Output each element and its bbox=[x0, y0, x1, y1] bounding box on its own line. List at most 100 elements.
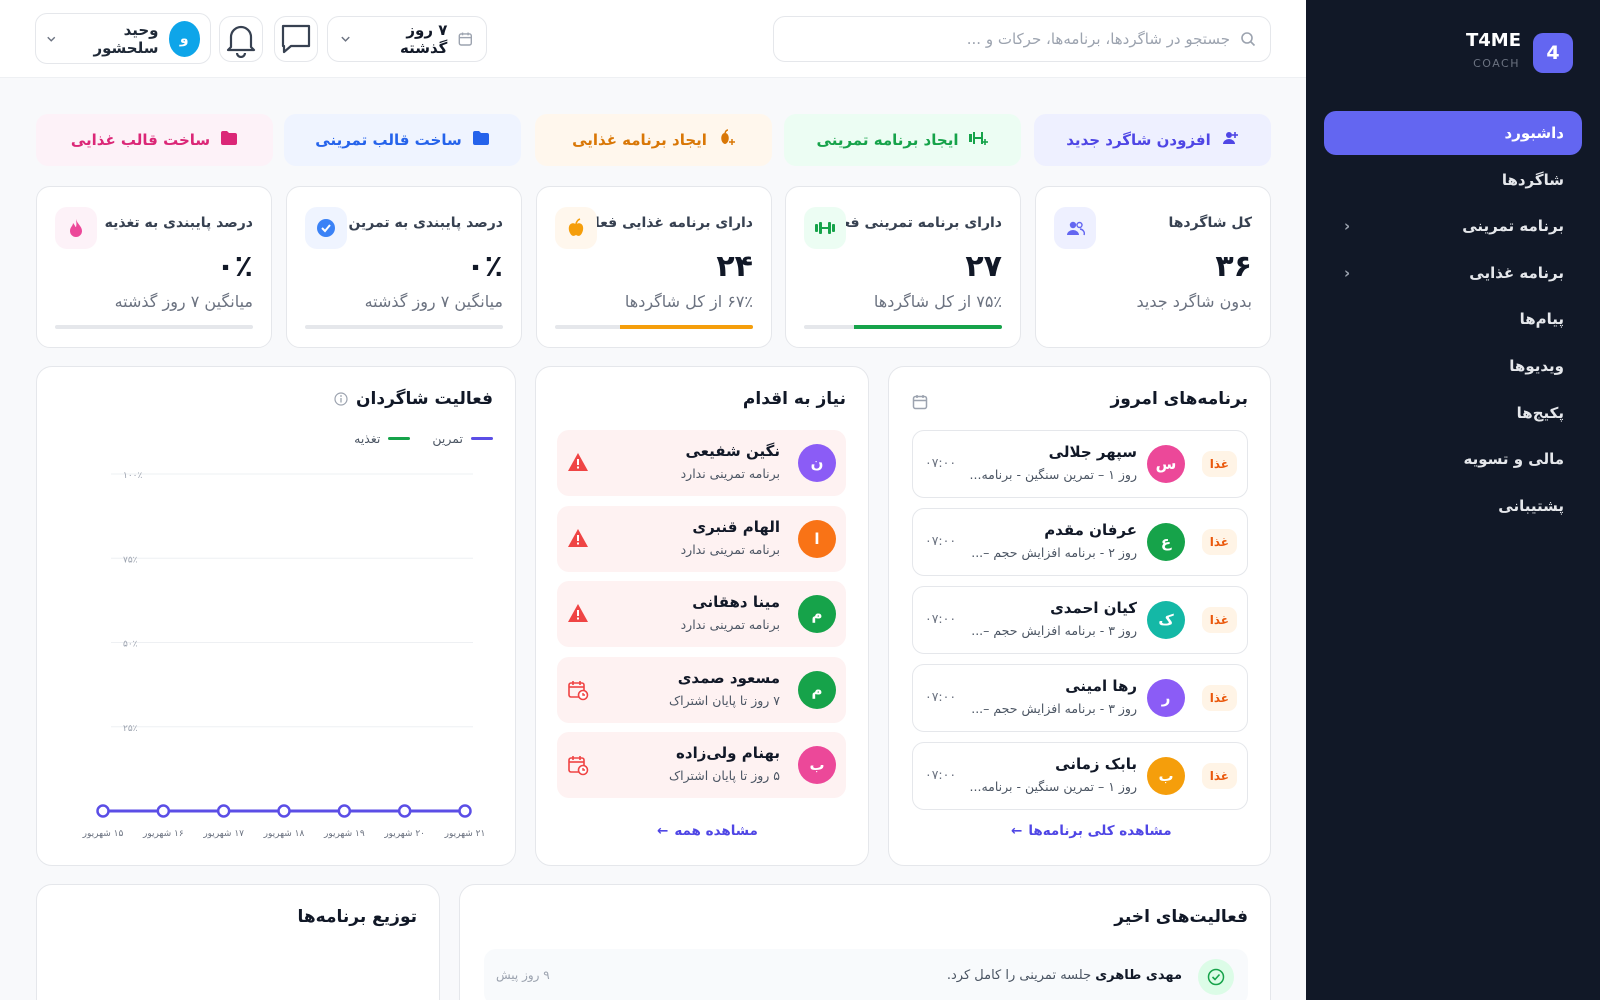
program-desc: روز ۳ - برنامه افزایش حجم –... bbox=[971, 701, 1137, 716]
warning-icon bbox=[567, 452, 589, 476]
stat-card: کل شاگردها ۳۶ بدون شاگرد جدید bbox=[1035, 186, 1271, 348]
program-row[interactable]: غذا ب بابک زمانی روز ۱ – تمرین سنگین - برنا… bbox=[912, 742, 1248, 810]
activity-row: مهدی طاهری جلسه تمرینی را کامل کرد. ۹ روز… bbox=[484, 949, 1248, 1000]
sidebar-item[interactable]: برنامه تمرینی ‹ bbox=[1324, 204, 1582, 248]
food-tag: غذا bbox=[1201, 529, 1237, 555]
data-point[interactable] bbox=[156, 804, 171, 818]
sidebar-item-label: برنامه غذایی bbox=[1469, 263, 1564, 282]
food-tag: غذا bbox=[1201, 607, 1237, 633]
link-label: مشاهده کلی برنامه‌ها bbox=[1028, 823, 1172, 839]
stat-title: درصد پایبندی به تمرین bbox=[348, 215, 503, 231]
stat-card: دارای برنامه تمرینی فعال ۲۷ ۷۵٪ از کل شاگر… bbox=[785, 186, 1021, 348]
food-tag: غذا bbox=[1201, 685, 1237, 711]
today-programs-card: برنامه‌های امروز غذا س سپهر جلالی روز ۱ – ت… bbox=[888, 366, 1271, 866]
student-name: سپهر جلالی bbox=[1048, 443, 1137, 461]
student-name: عرفان مقدم bbox=[1044, 521, 1137, 539]
link-label: مشاهده همه bbox=[674, 823, 758, 839]
search-input[interactable]: جستجو در شاگردها، برنامه‌ها، حرکات و ... bbox=[773, 16, 1271, 62]
action-row[interactable]: م مسعود صمدی ۷ روز تا پایان اشتراک bbox=[557, 656, 846, 723]
needs-action-card: نیاز به اقدام ن نگین شفیعی برنامه تمرینی ن… bbox=[535, 366, 869, 866]
program-row[interactable]: غذا ر رها امینی روز ۳ - برنامه افزایش حجم –… bbox=[912, 664, 1248, 732]
quick-action-button[interactable]: ساخت قالب تمرینی bbox=[284, 114, 521, 166]
activity-action: جلسه تمرینی را کامل کرد. bbox=[946, 968, 1092, 983]
program-time: ۰۷:۰۰ bbox=[925, 533, 957, 548]
data-point[interactable] bbox=[337, 804, 352, 818]
sidebar-item-label: مالی و تسویه bbox=[1463, 450, 1564, 469]
view-all-link[interactable]: مشاهده همه ← bbox=[657, 823, 758, 839]
y-tick-label: ۲۵٪ bbox=[123, 724, 138, 734]
stat-subtitle: بدون شاگرد جدید bbox=[1136, 292, 1253, 311]
student-name: کیان احمدی bbox=[1050, 599, 1137, 617]
x-tick-label: ۱۷ شهریور bbox=[202, 829, 244, 839]
sidebar-item[interactable]: مالی و تسویه bbox=[1324, 437, 1582, 481]
sidebar-item[interactable]: پکیج‌ها bbox=[1324, 391, 1582, 435]
data-point[interactable] bbox=[397, 804, 412, 818]
stat-value: ۲۷ bbox=[965, 249, 1002, 284]
action-row[interactable]: ا الهام قنبری برنامه تمرینی ندارد bbox=[557, 505, 846, 572]
sidebar-item[interactable]: داشبورد bbox=[1324, 111, 1582, 155]
stat-card: دارای برنامه غذایی فعال ۲۴ ۶۷٪ از کل شاگرد… bbox=[536, 186, 772, 348]
data-point[interactable] bbox=[277, 804, 291, 818]
student-name: بهنام ولی‌زاده bbox=[676, 744, 780, 762]
action-row[interactable]: ن نگین شفیعی برنامه تمرینی ندارد bbox=[557, 430, 846, 496]
program-row[interactable]: غذا ع عرفان مقدم روز ۲ - برنامه افزایش حجم … bbox=[912, 508, 1248, 576]
stat-subtitle: ۷۵٪ از کل شاگردها bbox=[873, 292, 1002, 311]
user-avatar: و bbox=[168, 20, 200, 57]
quick-action-button[interactable]: ساخت قالب غذایی bbox=[36, 114, 273, 166]
student-name: الهام قنبری bbox=[692, 517, 780, 536]
sidebar-item[interactable]: پیام‌ها bbox=[1324, 297, 1582, 341]
stat-value: ۳۶ bbox=[1215, 249, 1252, 284]
data-point[interactable] bbox=[216, 804, 231, 818]
program-row[interactable]: غذا س سپهر جلالی روز ۱ – تمرین سنگین - برنا… bbox=[912, 430, 1248, 498]
date-range-value: ۷ روز گذشته bbox=[400, 21, 448, 57]
quick-action-label: ایجاد برنامه تمرینی bbox=[816, 131, 959, 149]
avatar: ب bbox=[1147, 757, 1185, 795]
action-row[interactable]: ب بهنام ولی‌زاده ۵ روز تا پایان اشتراک bbox=[557, 732, 846, 798]
action-row[interactable]: م مینا دهقانی برنامه تمرینی ندارد bbox=[557, 581, 846, 647]
apple-icon bbox=[555, 207, 597, 249]
dumbbell-icon bbox=[804, 207, 846, 249]
folder-icon bbox=[220, 130, 238, 150]
program-row[interactable]: غذا ک کیان احمدی روز ۳ - برنامه افزایش حجم … bbox=[912, 586, 1248, 654]
calendar-icon[interactable] bbox=[911, 393, 929, 411]
quick-action-label: افزودن شاگرد جدید bbox=[1066, 131, 1211, 149]
food-tag: غذا bbox=[1201, 763, 1237, 789]
progress-bar bbox=[55, 325, 253, 329]
y-tick-label: ۵۰٪ bbox=[123, 640, 138, 650]
card-title: توزیع برنامه‌ها bbox=[297, 907, 417, 927]
sidebar-item[interactable]: برنامه غذایی ‹ bbox=[1324, 251, 1582, 295]
activity-user: مهدی طاهری bbox=[1095, 968, 1182, 983]
student-name: مینا دهقانی bbox=[692, 593, 780, 611]
quick-action-label: ساخت قالب تمرینی bbox=[315, 131, 462, 149]
messages-button[interactable] bbox=[274, 16, 318, 62]
warning-icon bbox=[567, 528, 589, 552]
y-tick-label: ۷۵٪ bbox=[123, 555, 138, 565]
quick-action-button[interactable]: افزودن شاگرد جدید bbox=[1034, 114, 1271, 166]
user-plus-icon bbox=[1221, 129, 1239, 151]
program-desc: روز ۱ – تمرین سنگین - برنامه... bbox=[969, 779, 1137, 794]
stat-title: دارای برنامه غذایی فعال bbox=[582, 215, 753, 231]
action-desc: برنامه تمرینی ندارد bbox=[680, 617, 780, 632]
data-point[interactable] bbox=[458, 804, 472, 818]
sidebar-item[interactable]: شاگردها bbox=[1324, 158, 1582, 202]
folder-icon bbox=[472, 130, 490, 150]
quick-action-button[interactable]: ایجاد برنامه غذایی bbox=[535, 114, 772, 166]
data-point[interactable] bbox=[96, 804, 110, 818]
avatar: ا bbox=[798, 519, 836, 558]
sidebar-item[interactable]: پشتیبانی bbox=[1324, 484, 1582, 528]
y-tick-label: ۱۰۰٪ bbox=[123, 471, 143, 481]
progress-bar bbox=[804, 325, 1002, 329]
date-range-select[interactable]: ۷ روز گذشته bbox=[327, 16, 487, 62]
quick-action-button[interactable]: ایجاد برنامه تمرینی bbox=[784, 114, 1021, 166]
user-menu[interactable]: و وحید سلحشور bbox=[35, 13, 211, 64]
student-name: نگین شفیعی bbox=[685, 442, 780, 460]
notifications-button[interactable] bbox=[219, 16, 263, 62]
sidebar-item[interactable]: ویدیوها bbox=[1324, 344, 1582, 388]
view-all-programs-link[interactable]: مشاهده کلی برنامه‌ها ← bbox=[1011, 823, 1172, 839]
action-desc: ۷ روز تا پایان اشتراک bbox=[668, 692, 780, 708]
top-bar: جستجو در شاگردها، برنامه‌ها، حرکات و ...… bbox=[0, 0, 1306, 78]
stat-subtitle: ۶۷٪ از کل شاگردها bbox=[624, 292, 753, 311]
stat-title: درصد پایبندی به تغذیه bbox=[104, 215, 253, 231]
stat-card: درصد پایبندی به تمرین ۰٪ میانگین ۷ روز گذش… bbox=[286, 186, 522, 348]
user-name: وحید سلحشور bbox=[93, 20, 159, 57]
